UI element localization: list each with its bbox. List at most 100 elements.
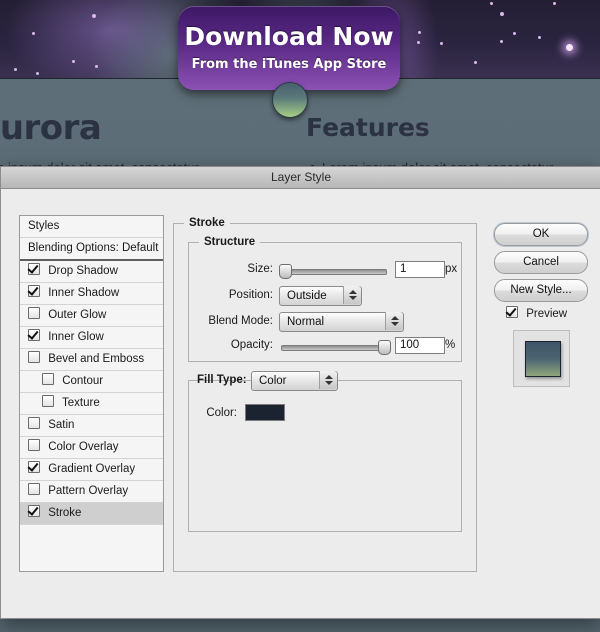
position-label: Position: [228,289,273,301]
star-icon [95,65,98,68]
star-icon [553,2,556,5]
checkbox-icon[interactable] [42,373,54,385]
star-icon [418,31,421,34]
checkbox-icon[interactable] [28,483,40,495]
blend-mode-value: Normal [287,316,325,328]
sidebar-item-color-overlay[interactable]: Color Overlay [20,437,163,459]
size-input[interactable]: 1 [395,261,445,278]
structure-group: Structure Size: 1 px Position: Outside B… [188,236,462,362]
dialog-titlebar[interactable]: Layer Style [1,167,600,189]
bright-star-icon [566,44,573,51]
styles-list-label: Blending Options: Default [28,242,159,254]
styles-list[interactable]: Styles Blending Options: Default Drop Sh… [19,215,164,572]
sidebar-item-drop-shadow[interactable]: Drop Shadow [20,261,163,283]
star-icon [72,60,75,63]
star-icon [538,36,541,39]
opacity-input[interactable]: 100 [395,337,445,354]
styles-list-label: Stroke [48,507,82,519]
page-title-aurora: Aurora [0,108,102,148]
styles-list-label: Bevel and Emboss [48,353,145,365]
sidebar-item-texture[interactable]: Texture [20,393,163,415]
opacity-slider[interactable] [281,345,387,351]
opacity-unit-label: % [445,339,456,351]
sidebar-item-outer-glow[interactable]: Outer Glow [20,305,163,327]
star-icon [500,40,503,43]
position-value: Outside [287,290,327,302]
star-icon [92,14,96,18]
structure-legend: Structure [199,236,261,248]
stepper-arrows-icon[interactable] [319,371,337,389]
sidebar-item-stroke[interactable]: Stroke [20,503,163,525]
app-orb-icon [272,82,308,118]
styles-list-label: Drop Shadow [48,265,118,277]
position-select[interactable]: Outside [279,286,362,306]
checkbox-icon[interactable] [28,329,40,341]
new-style-button[interactable]: New Style... [494,279,588,302]
fill-type-label: Fill Type: [197,374,247,386]
stroke-settings-panel: Stroke Structure Size: 1 px Position: Ou… [173,217,477,572]
stroke-color-swatch[interactable] [245,404,285,421]
checkbox-icon[interactable] [28,285,40,297]
page-section-features: Features [306,113,430,142]
cancel-button-label: Cancel [523,256,559,268]
star-icon [440,42,443,45]
preview-label: Preview [526,308,568,320]
styles-list-label: Color Overlay [48,441,119,453]
stepper-arrows-icon[interactable] [385,312,403,330]
dialog-title: Layer Style [270,170,332,184]
styles-list-label: Outer Glow [48,309,107,321]
styles-list-label: Styles [28,220,60,232]
star-icon [32,32,35,35]
ok-button-label: OK [532,228,550,240]
cancel-button[interactable]: Cancel [494,251,588,274]
star-icon [490,2,493,5]
fill-type-value: Color [259,375,287,387]
star-icon [513,32,516,35]
sidebar-item-pattern-overlay[interactable]: Pattern Overlay [20,481,163,503]
sidebar-item-inner-shadow[interactable]: Inner Shadow [20,283,163,305]
color-label: Color: [206,407,237,419]
fill-type-select[interactable]: Color [251,371,338,391]
checkbox-icon[interactable] [28,263,40,275]
checkbox-icon[interactable] [28,461,40,473]
sidebar-item-styles[interactable]: Styles [20,216,163,238]
checkbox-icon[interactable] [28,505,40,517]
preview-toggle[interactable]: Preview [506,306,567,320]
sidebar-item-bevel-and-emboss[interactable]: Bevel and Emboss [20,349,163,371]
checkbox-icon[interactable] [28,439,40,451]
blend-mode-select[interactable]: Normal [279,312,404,332]
opacity-slider-knob[interactable] [378,340,391,355]
styles-list-label: Contour [62,375,104,387]
download-now-button[interactable]: Download Now From the iTunes App Store [178,6,400,90]
styles-list-label: Gradient Overlay [48,463,136,475]
sidebar-item-satin[interactable]: Satin [20,415,163,437]
blend-mode-label: Blend Mode: [208,315,273,327]
preview-swatch [525,341,561,377]
stroke-panel-legend: Stroke [184,217,230,229]
star-icon [36,72,39,75]
styles-list-label: Inner Glow [48,331,104,343]
styles-list-label: Pattern Overlay [48,485,129,497]
styles-list-label: Satin [48,419,75,431]
checkbox-icon[interactable] [28,351,40,363]
checkbox-icon[interactable] [28,307,40,319]
star-icon [500,12,504,16]
size-unit-label: px [445,263,458,275]
checkbox-icon[interactable] [42,395,54,407]
ok-button[interactable]: OK [494,223,588,246]
size-label: Size: [247,263,273,275]
checkbox-icon[interactable] [28,417,40,429]
layer-style-dialog: Layer Style Styles Blending Options: Def… [0,166,600,619]
size-slider[interactable] [281,269,387,275]
sidebar-item-inner-glow[interactable]: Inner Glow [20,327,163,349]
stepper-arrows-icon[interactable] [343,286,361,304]
sidebar-item-gradient-overlay[interactable]: Gradient Overlay [20,459,163,481]
styles-list-label: Inner Shadow [48,287,120,299]
size-slider-knob[interactable] [279,264,292,279]
checkbox-icon[interactable] [506,306,518,318]
sidebar-item-blending-options[interactable]: Blending Options: Default [20,238,163,261]
download-button-title: Download Now [184,22,394,51]
star-icon [417,41,420,44]
sidebar-item-contour[interactable]: Contour [20,371,163,393]
styles-list-label: Texture [62,397,100,409]
